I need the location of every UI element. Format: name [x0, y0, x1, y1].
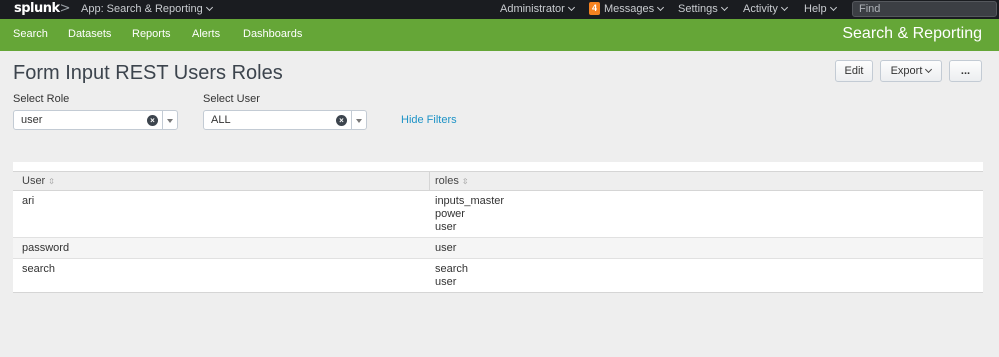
table-row: ari inputs_master power user — [13, 191, 983, 238]
clear-icon[interactable]: × — [336, 115, 347, 126]
sort-icon: ⇳ — [461, 177, 469, 186]
splunk-logo[interactable]: splunk> — [14, 1, 71, 16]
table-row: password user — [13, 238, 983, 259]
top-navigation-bar: splunk> App: Search & Reporting Administ… — [0, 0, 999, 19]
logo-chevron: > — [59, 1, 71, 16]
role-value: power — [435, 208, 465, 220]
sort-icon: ⇳ — [48, 177, 55, 186]
messages-menu[interactable]: 4 Messages — [589, 2, 665, 16]
select-user-value: ALL — [211, 114, 231, 126]
table-header: User ⇳ roles ⇳ — [13, 171, 983, 191]
cell-user: password — [22, 242, 70, 254]
role-value: search — [435, 263, 469, 275]
appnav-datasets[interactable]: Datasets — [68, 28, 111, 40]
administrator-menu[interactable]: Administrator — [500, 3, 575, 15]
chevron-down-icon — [657, 3, 665, 12]
cell-user: search — [22, 263, 56, 275]
settings-menu[interactable]: Settings — [678, 3, 728, 15]
chevron-down-icon — [780, 3, 788, 12]
dropdown-separator — [162, 111, 163, 129]
cell-user: ari — [22, 195, 35, 207]
app-menu[interactable]: App: Search & Reporting — [81, 3, 213, 15]
activity-label: Activity — [743, 3, 778, 15]
activity-menu[interactable]: Activity — [743, 3, 788, 15]
chevron-down-icon — [205, 3, 213, 12]
select-user-dropdown[interactable]: ALL × — [203, 110, 367, 130]
column-divider — [429, 172, 430, 190]
dropdown-arrow-icon[interactable] — [356, 119, 362, 123]
column-header-user-label: User — [22, 175, 46, 187]
page-title: Form Input REST Users Roles — [13, 62, 283, 84]
clear-icon[interactable]: × — [147, 115, 158, 126]
appnav-search[interactable]: Search — [13, 28, 48, 40]
results-table: User ⇳ roles ⇳ ari inputs_master power use… — [13, 171, 983, 293]
column-header-roles-label: roles — [435, 175, 459, 187]
select-role-dropdown[interactable]: user × — [13, 110, 178, 130]
select-role-value: user — [21, 114, 43, 126]
help-menu[interactable]: Help — [804, 3, 837, 15]
chevron-down-icon — [925, 65, 933, 74]
messages-count-badge: 4 — [589, 2, 600, 15]
cell-roles: search user — [13, 259, 983, 292]
appnav-dashboards[interactable]: Dashboards — [243, 28, 302, 40]
appnav-alerts[interactable]: Alerts — [192, 28, 220, 40]
chevron-down-icon — [567, 3, 575, 12]
administrator-label: Administrator — [500, 3, 565, 15]
column-header-user[interactable]: User ⇳ — [22, 175, 55, 187]
panel-header — [13, 162, 983, 171]
hide-filters-link[interactable]: Hide Filters — [401, 114, 457, 126]
dropdown-separator — [351, 111, 352, 129]
chevron-down-icon — [829, 3, 837, 12]
messages-label: Messages — [604, 3, 655, 15]
app-title: Search & Reporting — [842, 25, 982, 42]
column-header-roles[interactable]: roles ⇳ — [435, 175, 469, 187]
logo-text: splunk — [14, 1, 60, 16]
role-value: inputs_master — [435, 195, 505, 207]
more-button[interactable]: ... — [949, 60, 982, 82]
find-input[interactable]: Find — [852, 1, 997, 17]
role-value: user — [435, 221, 457, 233]
help-label: Help — [804, 3, 827, 15]
chevron-down-icon — [720, 3, 728, 12]
select-role-label: Select Role — [13, 93, 70, 105]
dropdown-arrow-icon[interactable] — [167, 119, 173, 123]
export-button[interactable]: Export — [880, 60, 942, 82]
column-divider — [429, 191, 430, 237]
cell-roles: user — [13, 238, 983, 258]
edit-button[interactable]: Edit — [835, 60, 873, 82]
settings-label: Settings — [678, 3, 718, 15]
select-user-label: Select User — [203, 93, 260, 105]
role-value: user — [435, 242, 457, 254]
table-row: search search user — [13, 259, 983, 292]
app-menu-label: App: Search & Reporting — [81, 3, 203, 15]
app-bar: Search Datasets Reports Alerts Dashboard… — [0, 19, 999, 51]
role-value: user — [435, 276, 457, 288]
appnav-reports[interactable]: Reports — [132, 28, 171, 40]
export-label: Export — [890, 65, 923, 77]
cell-roles: inputs_master power user — [13, 191, 983, 237]
